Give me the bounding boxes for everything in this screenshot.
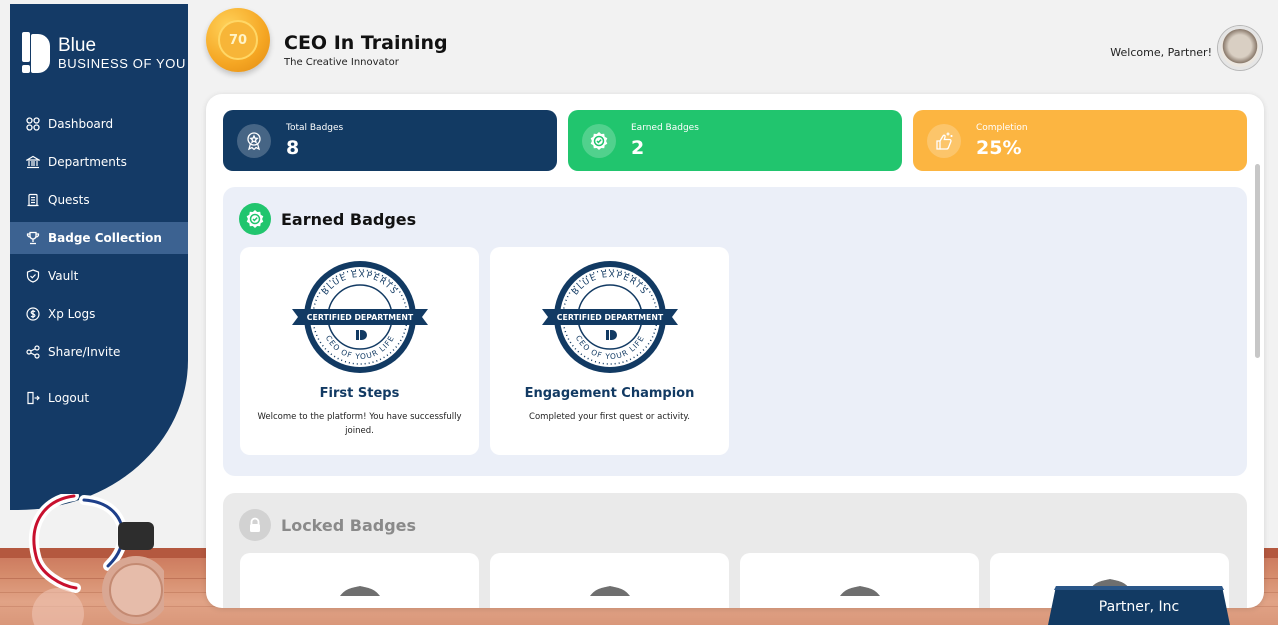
medal-decoration-icon (29, 494, 164, 625)
badge-ribbon-text: CERTIFIED DEPARTMENT (556, 313, 663, 322)
verified-badge-icon (239, 203, 271, 235)
sidebar-item-share-invite[interactable]: Share/Invite (10, 336, 188, 368)
badge-name: First Steps (319, 386, 400, 401)
stat-completion: Completion 25% (913, 110, 1247, 171)
stat-value: 2 (631, 137, 645, 159)
grid-icon (26, 117, 40, 131)
trophy-icon (26, 231, 40, 245)
main-content: Total Badges 8 Earned Badges 2 Completio… (206, 94, 1264, 608)
sidebar-item-dashboard[interactable]: Dashboard (10, 108, 188, 140)
badge-silhouette-icon (339, 586, 380, 596)
level-coin: 70 (206, 8, 270, 72)
badge-card-first-steps[interactable]: BLUE EXPERTS CEO OF YOUR LIFE CERTIFIED … (240, 247, 479, 455)
stats-row: Total Badges 8 Earned Badges 2 Completio… (223, 110, 1247, 171)
badge-silhouette-icon (839, 586, 880, 596)
building-icon (26, 155, 40, 169)
scroll-icon (26, 193, 40, 207)
level-value: 70 (218, 20, 258, 60)
dollar-circle-icon (26, 307, 40, 321)
sidebar-item-xp-logs[interactable]: Xp Logs (10, 298, 188, 330)
sidebar: Blue BUSINESS OF YOU Dashboard Departmen… (10, 4, 188, 510)
blue-logo-icon (22, 32, 50, 76)
scrollbar[interactable] (1255, 164, 1260, 358)
stat-label: Total Badges (286, 123, 344, 133)
earned-badges-header: Earned Badges (239, 203, 416, 235)
rank-title: CEO In Training (284, 32, 448, 54)
locked-badges-header: Locked Badges (239, 509, 416, 541)
badge-description: Completed your first quest or activity. (529, 412, 690, 422)
stat-total-badges: Total Badges 8 (223, 110, 557, 171)
stat-earned-badges: Earned Badges 2 (568, 110, 902, 171)
earned-badges-section: Earned Badges BLUE EXPERTS CEO OF YOUR L… (223, 187, 1247, 476)
brand-tagline: BUSINESS OF YOU (58, 56, 186, 71)
logout-icon (26, 391, 40, 405)
share-icon (26, 345, 40, 359)
sidebar-item-departments[interactable]: Departments (10, 146, 188, 178)
logout-label: Logout (48, 391, 90, 405)
lock-icon (239, 509, 271, 541)
sidebar-item-label: Share/Invite (48, 345, 121, 359)
stat-label: Earned Badges (631, 123, 699, 133)
badge-ribbon-text: CERTIFIED DEPARTMENT (306, 313, 413, 322)
badge-silhouette-icon (589, 586, 630, 596)
sidebar-item-label: Dashboard (48, 117, 114, 131)
sidebar-item-label: Quests (48, 193, 90, 207)
section-title: Earned Badges (281, 209, 417, 229)
certified-department-badge-icon: BLUE EXPERTS CEO OF YOUR LIFE CERTIFIED … (541, 261, 678, 373)
sidebar-item-label: Xp Logs (48, 307, 96, 321)
company-nameplate: Partner, Inc (1048, 586, 1230, 625)
stat-value: 25% (976, 137, 1022, 159)
logout-button[interactable]: Logout (10, 382, 188, 414)
brand-name: Blue (58, 35, 97, 56)
verified-badge-icon (582, 124, 616, 158)
badge-card-engagement-champion[interactable]: BLUE EXPERTS CEO OF YOUR LIFE CERTIFIED … (490, 247, 729, 455)
locked-badge-card[interactable] (240, 553, 479, 608)
sidebar-item-badge-collection[interactable]: Badge Collection (10, 222, 188, 254)
sidebar-item-label: Vault (48, 269, 79, 283)
sidebar-item-label: Badge Collection (48, 231, 162, 245)
shield-icon (26, 269, 40, 283)
sidebar-item-label: Departments (48, 155, 127, 169)
avatar[interactable] (1218, 26, 1262, 70)
stat-value: 8 (286, 137, 300, 159)
section-title: Locked Badges (281, 515, 417, 535)
certified-department-badge-icon: BLUE EXPERTS CEO OF YOUR LIFE CERTIFIED … (291, 261, 428, 373)
header: 70 CEO In Training The Creative Innovato… (206, 4, 1268, 86)
locked-badge-card[interactable] (740, 553, 979, 608)
award-icon (237, 124, 271, 158)
stat-label: Completion (976, 123, 1028, 133)
locked-badge-card[interactable] (490, 553, 729, 608)
sidebar-nav: Dashboard Departments Quests Badge Colle… (10, 108, 188, 420)
badge-description: Welcome to the platform! You have succes… (257, 412, 462, 436)
brand-logo[interactable]: Blue BUSINESS OF YOU (22, 32, 186, 76)
sidebar-item-vault[interactable]: Vault (10, 260, 188, 292)
rank-subtitle: The Creative Innovator (284, 57, 399, 68)
welcome-text: Welcome, Partner! (1110, 46, 1212, 59)
sidebar-item-quests[interactable]: Quests (10, 184, 188, 216)
badge-name: Engagement Champion (524, 386, 695, 401)
thumbs-up-sparkle-icon (927, 124, 961, 158)
nameplate-text: Partner, Inc (1098, 599, 1180, 615)
